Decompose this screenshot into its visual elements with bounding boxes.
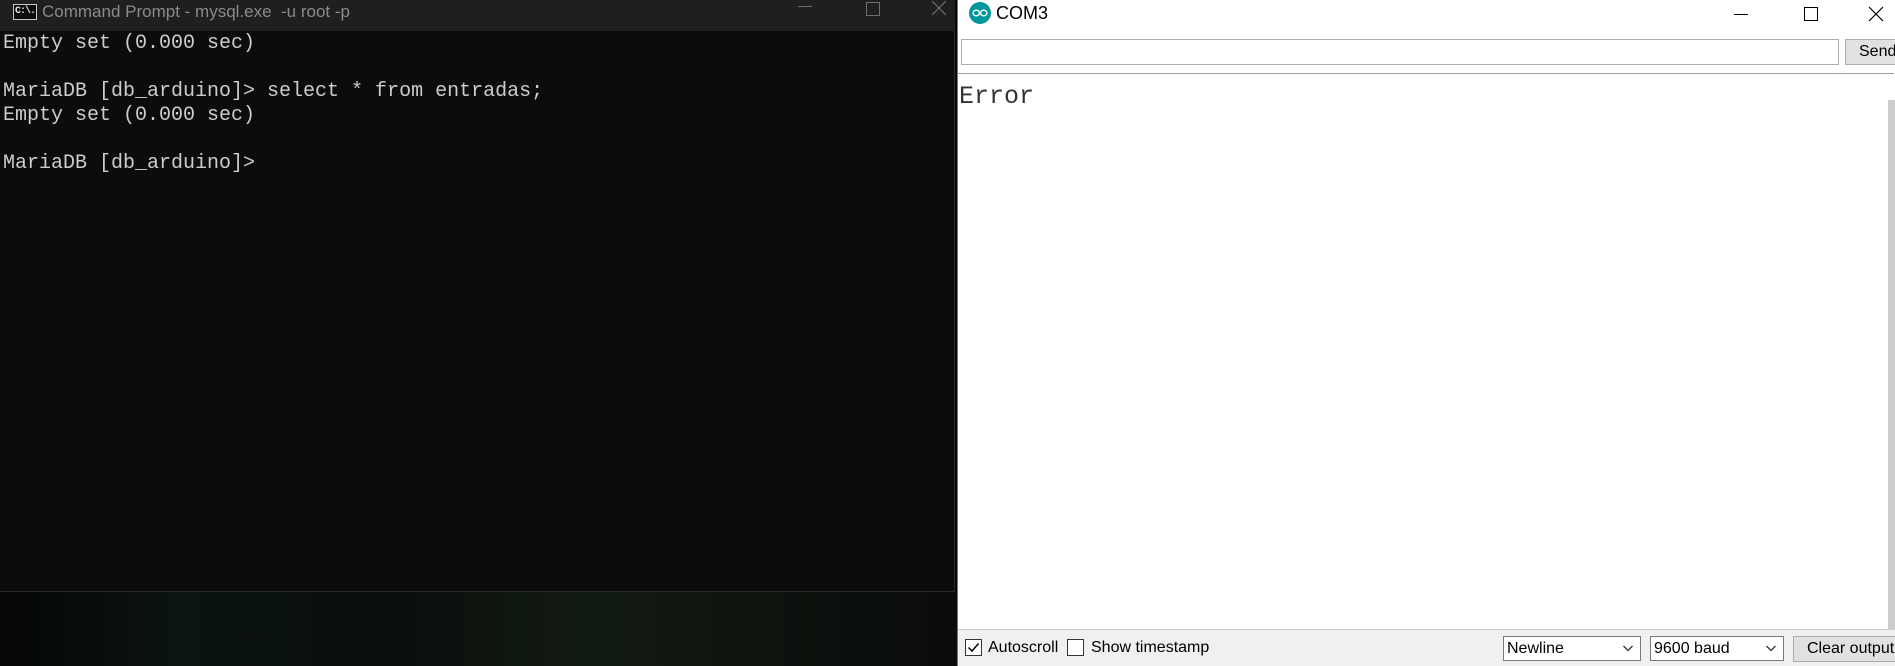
arduino-logo-icon <box>969 2 991 24</box>
serial-footer-bar: Autoscroll Show timestamp Newline 9600 b… <box>958 629 1895 666</box>
autoscroll-checkbox[interactable] <box>965 639 982 656</box>
checkmark-icon <box>967 643 980 653</box>
show-timestamp-checkbox[interactable] <box>1067 639 1084 656</box>
send-button[interactable]: Send <box>1845 39 1895 65</box>
line-ending-select[interactable]: Newline <box>1503 636 1641 661</box>
close-icon <box>931 0 947 16</box>
maximize-icon <box>1804 7 1818 21</box>
cmd-icon: C:\. <box>13 4 37 20</box>
output-scrollbar[interactable] <box>1888 100 1895 630</box>
serial-minimize-button[interactable] <box>1718 0 1764 28</box>
cmd-minimize-button[interactable] <box>782 0 828 24</box>
clear-output-button[interactable]: Clear output <box>1793 636 1895 662</box>
cmd-maximize-button[interactable] <box>850 0 896 24</box>
chevron-down-icon <box>1623 645 1633 652</box>
console-prompt-line[interactable]: MariaDB [db_arduino]> <box>3 152 543 176</box>
cmd-title-bar[interactable]: C:\. Command Prompt - mysql.exe -u root … <box>0 0 955 31</box>
console-line: Empty set (0.000 sec) <box>3 32 256 55</box>
show-timestamp-label[interactable]: Show timestamp <box>1091 639 1209 657</box>
autoscroll-label[interactable]: Autoscroll <box>988 639 1058 657</box>
minimize-icon <box>798 5 812 7</box>
baud-rate-select[interactable]: 9600 baud <box>1650 636 1784 661</box>
maximize-icon <box>866 2 880 16</box>
minimize-icon <box>1734 13 1748 15</box>
command-prompt-window[interactable]: C:\. Command Prompt - mysql.exe -u root … <box>0 0 955 592</box>
serial-send-input[interactable] <box>961 39 1839 65</box>
serial-title-bar[interactable]: COM3 <box>958 0 1895 30</box>
chevron-down-icon <box>1766 645 1776 652</box>
desktop: C:\. Command Prompt - mysql.exe -u root … <box>0 0 1895 666</box>
console-line: MariaDB [db_arduino]> select * from entr… <box>3 80 544 103</box>
serial-monitor-window[interactable]: COM3 Send Error Autoscroll Show timestam… <box>957 0 1895 666</box>
cmd-close-button[interactable] <box>922 0 956 24</box>
serial-output-area[interactable]: Error <box>958 73 1895 630</box>
serial-output-line: Error <box>959 82 1035 111</box>
cmd-icon-text: C:\. <box>15 6 36 17</box>
cmd-console-output[interactable]: Empty set (0.000 sec) MariaDB [db_arduin… <box>3 32 543 176</box>
cmd-window-title: Command Prompt - mysql.exe -u root -p <box>42 2 350 21</box>
serial-close-button[interactable] <box>1856 0 1895 28</box>
close-icon <box>1868 6 1884 22</box>
serial-window-title: COM3 <box>996 3 1049 23</box>
serial-maximize-button[interactable] <box>1788 0 1834 28</box>
line-ending-value: Newline <box>1507 640 1564 657</box>
desktop-wallpaper <box>0 592 957 666</box>
baud-rate-value: 9600 baud <box>1654 640 1730 657</box>
console-line: Empty set (0.000 sec) <box>3 104 256 127</box>
